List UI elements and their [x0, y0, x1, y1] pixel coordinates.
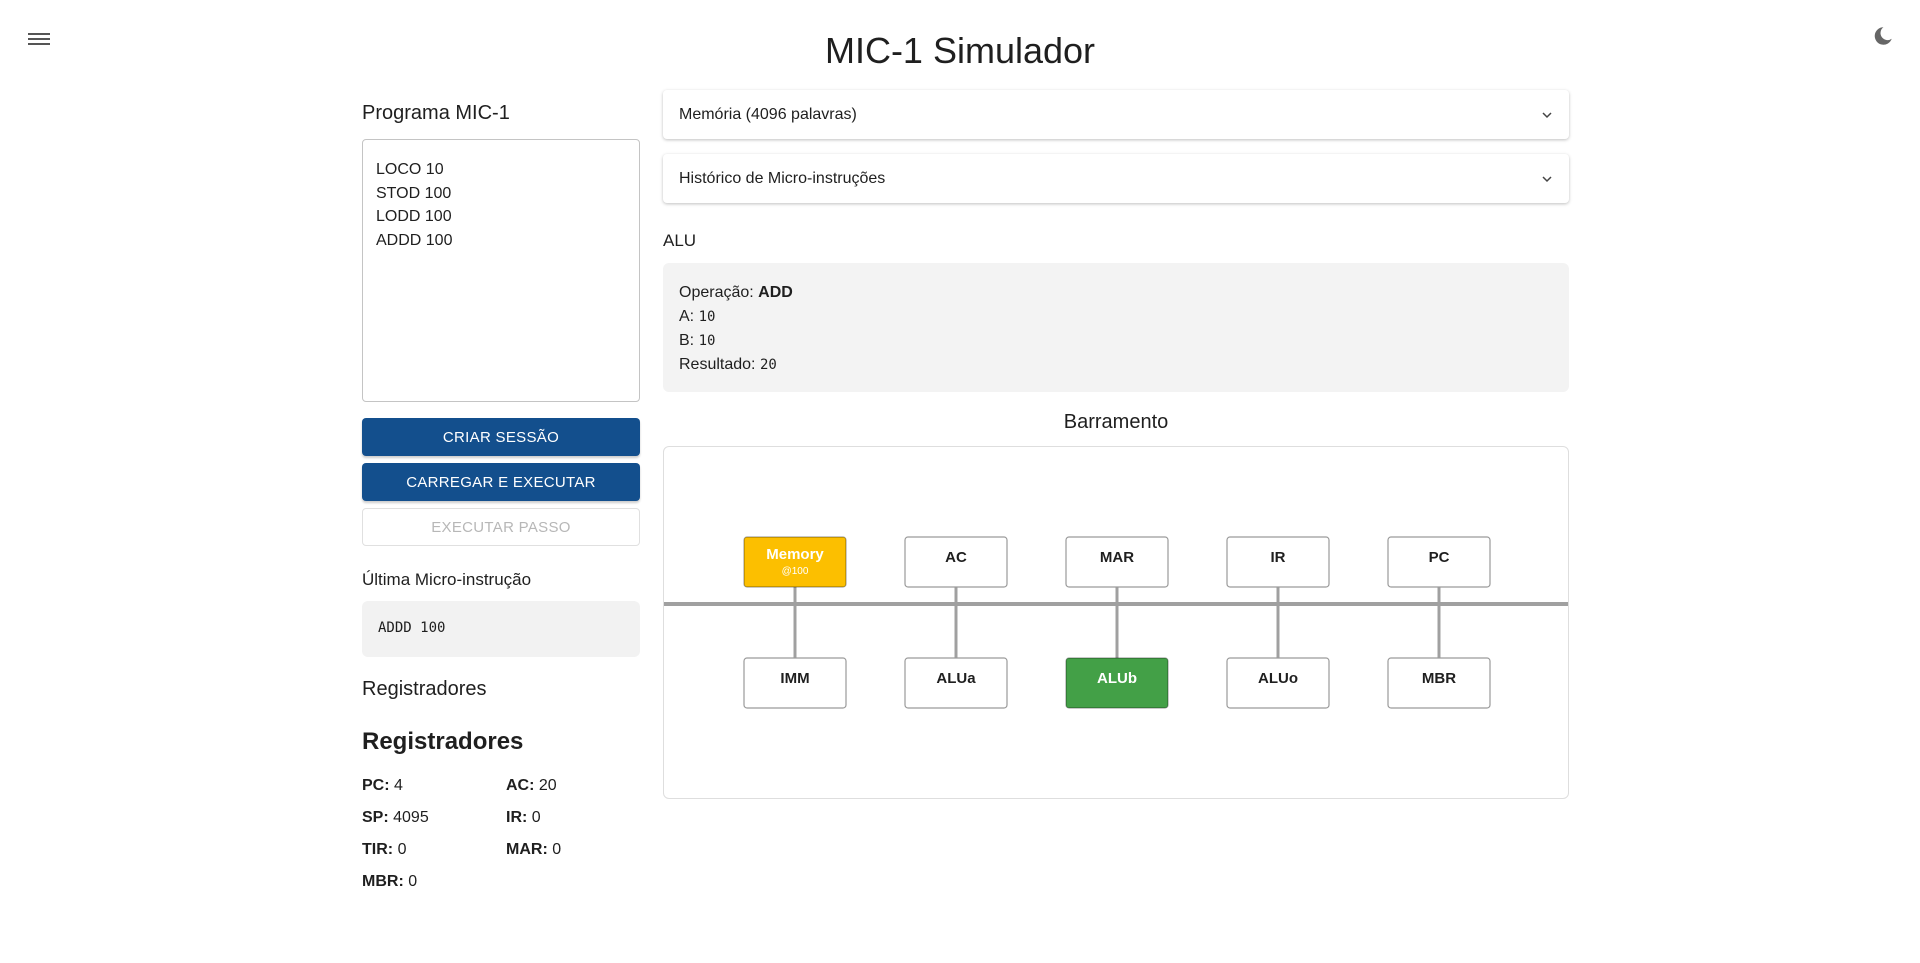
register-sp: SP: 4095: [362, 809, 506, 827]
register-value: 20: [538, 777, 557, 794]
bus-node-ac-label: AC: [945, 549, 967, 566]
last-micro-label: Última Micro-instrução: [362, 570, 532, 589]
register-value: 0: [397, 841, 407, 858]
history-accordion[interactable]: Histórico de Micro-instruções: [663, 154, 1569, 203]
left-panel: Programa MIC-1 LOCO 10 STOD 100 LODD 100…: [362, 98, 640, 891]
bus-node-mbr-label: MBR: [1422, 670, 1456, 687]
bus-node-ir-label: IR: [1271, 549, 1286, 566]
register-name: MBR:: [362, 873, 404, 890]
alu-b: B: 10: [679, 329, 1553, 353]
register-pc: PC: 4: [362, 777, 506, 795]
alu-result-label: Resultado:: [679, 356, 756, 373]
bus-node-alua-label: ALUa: [936, 670, 976, 687]
alu-b-value: 10: [698, 333, 716, 349]
register-ir: IR: 0: [506, 809, 640, 827]
alu-result-value: 20: [759, 357, 777, 373]
create-session-button[interactable]: CRIAR SESSÃO: [362, 418, 640, 456]
register-value: 4: [394, 777, 403, 794]
chevron-down-icon: [1542, 111, 1552, 118]
right-panel: Memória (4096 palavras) Histórico de Mic…: [663, 90, 1569, 799]
registers-heading: Registradores: [362, 678, 487, 700]
program-editor[interactable]: LOCO 10 STOD 100 LODD 100 ADDD 100: [362, 139, 640, 402]
register-ac: AC: 20: [506, 777, 640, 795]
page-title: MIC-1 Simulador: [824, 30, 1096, 71]
register-value: 4095: [393, 809, 429, 826]
alu-a: A: 10: [679, 305, 1553, 329]
register-name: SP:: [362, 809, 389, 826]
registers-grid: PC: 4 AC: 20 SP: 4095 IR: 0 TIR: 0 MAR: …: [362, 777, 640, 891]
bus-node-memory-sublabel: @100: [782, 566, 809, 577]
bus-svg: Memory @100 AC MAR IR PC IMM ALUa ALUb ALUo MBR: [664, 536, 1568, 709]
register-value: 0: [531, 809, 541, 826]
alu-heading: ALU: [663, 231, 697, 250]
register-name: MAR:: [506, 841, 548, 858]
alu-a-value: 10: [698, 309, 716, 325]
bus-diagram: Memory @100 AC MAR IR PC IMM ALUa ALUb ALUo MBR: [663, 446, 1569, 799]
bus-node-mar-label: MAR: [1100, 549, 1134, 566]
register-name: AC:: [506, 777, 535, 794]
alu-panel: Operação: ADD A: 10 B: 10 Resultado: 20: [663, 263, 1569, 392]
step-button[interactable]: EXECUTAR PASSO: [362, 508, 640, 546]
memory-accordion-label: Memória (4096 palavras): [679, 105, 857, 123]
alu-result: Resultado: 20: [679, 353, 1553, 377]
alu-op-label: Operação:: [679, 284, 754, 301]
bus-node-pc-label: PC: [1429, 549, 1450, 566]
register-name: PC:: [362, 777, 390, 794]
alu-op-value: ADD: [758, 284, 793, 301]
bus-node-alub-label: ALUb: [1097, 670, 1137, 687]
register-name: TIR:: [362, 841, 394, 858]
last-micro-value: ADDD 100: [362, 601, 640, 657]
register-value: 0: [552, 841, 562, 858]
bus-node-aluo-label: ALUo: [1258, 670, 1298, 687]
alu-a-label: A:: [679, 308, 695, 325]
memory-accordion[interactable]: Memória (4096 palavras): [663, 90, 1569, 139]
history-accordion-label: Histórico de Micro-instruções: [679, 169, 886, 187]
bus-node-memory-label: Memory: [766, 546, 824, 563]
register-tir: TIR: 0: [362, 841, 506, 859]
load-run-button[interactable]: CARREGAR E EXECUTAR: [362, 463, 640, 501]
chevron-down-icon: [1542, 175, 1552, 182]
bus-node-imm-label: IMM: [780, 670, 809, 687]
alu-operation: Operação: ADD: [679, 281, 1553, 305]
alu-b-label: B:: [679, 332, 695, 349]
bus-heading: Barramento: [1063, 411, 1169, 433]
program-heading: Programa MIC-1: [362, 102, 510, 124]
register-name: IR:: [506, 809, 528, 826]
register-value: 0: [408, 873, 418, 890]
registers-subheading: Registradores: [362, 728, 524, 755]
register-mbr: MBR: 0: [362, 873, 506, 891]
register-mar: MAR: 0: [506, 841, 640, 859]
